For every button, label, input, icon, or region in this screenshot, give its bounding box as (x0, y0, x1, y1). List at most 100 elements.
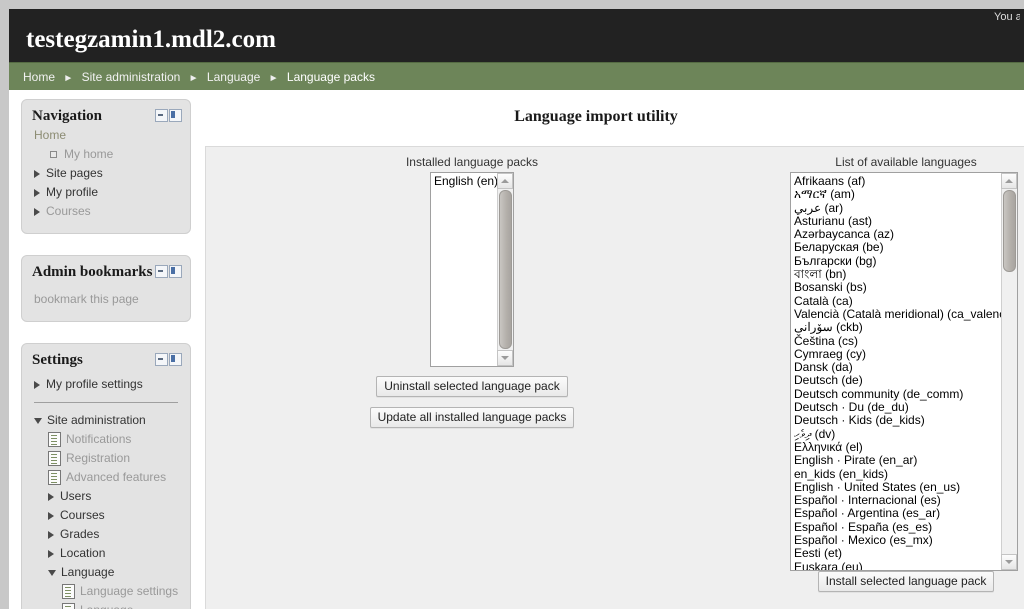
settings-item-language-packs[interactable]: Language (34, 601, 180, 609)
breadcrumb-item-site-administration[interactable]: Site administration (82, 70, 181, 84)
settings-item-my-profile-settings[interactable]: My profile settings (34, 375, 180, 394)
list-item[interactable]: Afrikaans (af) (794, 174, 1000, 188)
list-item[interactable]: Deutsch · Kids (de_kids) (794, 414, 1000, 428)
list-item[interactable]: Čeština (cs) (794, 334, 1000, 348)
settings-item-courses[interactable]: Courses (34, 506, 180, 525)
scroll-down-button[interactable] (1001, 554, 1017, 570)
list-item[interactable]: سۆرانی (ckb) (794, 320, 1000, 334)
dock-icon[interactable] (169, 265, 182, 278)
list-item[interactable]: Español · España (es_es) (794, 520, 1000, 534)
breadcrumb-separator-icon: ► (268, 73, 279, 84)
minimize-icon[interactable] (155, 265, 168, 278)
dock-icon[interactable] (169, 353, 182, 366)
list-item[interactable]: Español · Internacional (es) (794, 493, 1000, 507)
settings-item-my-profile-settings-label: My profile settings (46, 377, 143, 391)
list-item[interactable]: Ελληνικά (el) (794, 440, 1000, 454)
nav-item-courses-label: Courses (46, 204, 91, 218)
scroll-up-button[interactable] (1001, 173, 1017, 189)
site-title: testegzamin1.mdl2.com (26, 26, 276, 53)
list-item[interactable]: Español · Mexico (es_mx) (794, 533, 1000, 547)
settings-item-site-administration-label: Site administration (47, 413, 146, 427)
dock-icon[interactable] (169, 109, 182, 122)
settings-item-language-settings[interactable]: Language settings (34, 582, 180, 601)
minimize-icon[interactable] (155, 109, 168, 122)
breadcrumb-item-home[interactable]: Home (23, 70, 55, 84)
list-item[interactable]: Español · Argentina (es_ar) (794, 507, 1000, 521)
list-item[interactable]: Deutsch (de) (794, 374, 1000, 388)
list-item[interactable]: বাংলা (bn) (794, 267, 1000, 281)
list-item[interactable]: Euskara (eu) (794, 560, 1000, 570)
scrollbar-thumb[interactable] (1003, 190, 1016, 272)
block-settings-header: Settings (22, 344, 190, 368)
block-navigation-header: Navigation (22, 100, 190, 124)
list-item[interactable]: عربي (ar) (794, 201, 1000, 215)
uninstall-selected-language-pack-button[interactable]: Uninstall selected language pack (376, 376, 568, 397)
settings-item-grades[interactable]: Grades (34, 525, 180, 544)
chevron-down-icon[interactable] (48, 569, 56, 576)
block-navigation: Navigation Home My home Site pages My pr… (21, 99, 191, 234)
list-item[interactable]: Dansk (da) (794, 360, 1000, 374)
list-item[interactable]: English · Pirate (en_ar) (794, 453, 1000, 467)
list-item[interactable]: Valencià (Català meridional) (ca_valenci… (794, 307, 1017, 321)
settings-item-language-settings-label: Language settings (80, 584, 179, 598)
list-item[interactable]: Cymraeg (cy) (794, 347, 1000, 361)
nav-item-my-profile[interactable]: My profile (34, 183, 180, 202)
document-icon (48, 451, 61, 466)
chevron-right-icon[interactable] (34, 207, 40, 216)
settings-item-users-label: Users (60, 489, 92, 503)
list-item[interactable]: Català (ca) (794, 294, 1000, 308)
chevron-right-icon[interactable] (34, 169, 40, 178)
install-button-row: Install selected language pack (790, 571, 1022, 592)
minimize-icon[interactable] (155, 353, 168, 366)
list-item[interactable]: Eesti (et) (794, 547, 1000, 561)
chevron-right-icon[interactable] (34, 380, 40, 389)
install-selected-language-pack-button[interactable]: Install selected language pack (817, 571, 995, 592)
settings-item-advanced-features[interactable]: Advanced features (34, 468, 180, 487)
document-icon (62, 584, 75, 599)
scroll-down-button[interactable] (497, 350, 513, 366)
chevron-up-icon (501, 179, 509, 183)
chevron-right-icon[interactable] (48, 530, 54, 539)
settings-item-registration[interactable]: Registration (34, 449, 180, 468)
nav-item-my-home[interactable]: My home (34, 145, 180, 164)
list-item[interactable]: ދިވެހި (dv) (794, 427, 1000, 441)
list-item[interactable]: Azərbaycanca (az) (794, 227, 1000, 241)
update-all-installed-language-packs-button[interactable]: Update all installed language packs (369, 407, 575, 428)
list-item[interactable]: en_kids (en_kids) (794, 467, 1000, 481)
scrollbar-vertical[interactable] (1001, 173, 1017, 570)
scrollbar-thumb[interactable] (499, 190, 512, 349)
settings-item-notifications[interactable]: Notifications (34, 430, 180, 449)
list-item[interactable]: English (en) (434, 174, 498, 188)
bookmark-this-page-link[interactable]: bookmark this page (34, 282, 180, 309)
list-item[interactable]: Bosanski (bs) (794, 281, 1000, 295)
list-item[interactable]: አማርኛ (am) (794, 187, 1000, 201)
chevron-down-icon[interactable] (34, 417, 42, 424)
chevron-up-icon (1005, 179, 1013, 183)
list-item[interactable]: Беларуская (be) (794, 241, 1000, 255)
chevron-right-icon[interactable] (48, 492, 54, 501)
settings-item-language[interactable]: Language (34, 563, 180, 582)
available-languages-listbox[interactable]: Afrikaans (af) አማርኛ (am) عربي (ar) Astur… (790, 172, 1018, 571)
settings-item-users[interactable]: Users (34, 487, 180, 506)
list-item[interactable]: English · United States (en_us) (794, 480, 1000, 494)
list-item[interactable]: Deutsch community (de_comm) (794, 387, 1000, 401)
chevron-right-icon[interactable] (34, 188, 40, 197)
browser-chrome-left (0, 9, 9, 609)
installed-packs-listbox[interactable]: English (en) (430, 172, 514, 367)
chevron-right-icon[interactable] (48, 511, 54, 520)
list-item[interactable]: Български (bg) (794, 254, 1000, 268)
scroll-up-button[interactable] (497, 173, 513, 189)
scrollbar-vertical[interactable] (497, 173, 513, 366)
chevron-right-icon[interactable] (48, 549, 54, 558)
nav-item-courses[interactable]: Courses (34, 202, 180, 221)
login-info: You a (994, 11, 1020, 23)
nav-item-site-pages[interactable]: Site pages (34, 164, 180, 183)
block-admin-bookmarks-title: Admin bookmarks (32, 264, 153, 280)
page-title: Language import utility (514, 108, 678, 125)
settings-item-location[interactable]: Location (34, 544, 180, 563)
settings-item-site-administration[interactable]: Site administration (34, 411, 180, 430)
list-item[interactable]: Deutsch · Du (de_du) (794, 400, 1000, 414)
list-item[interactable]: Asturianu (ast) (794, 214, 1000, 228)
breadcrumb-item-language[interactable]: Language (207, 70, 260, 84)
nav-item-home[interactable]: Home (34, 126, 180, 145)
